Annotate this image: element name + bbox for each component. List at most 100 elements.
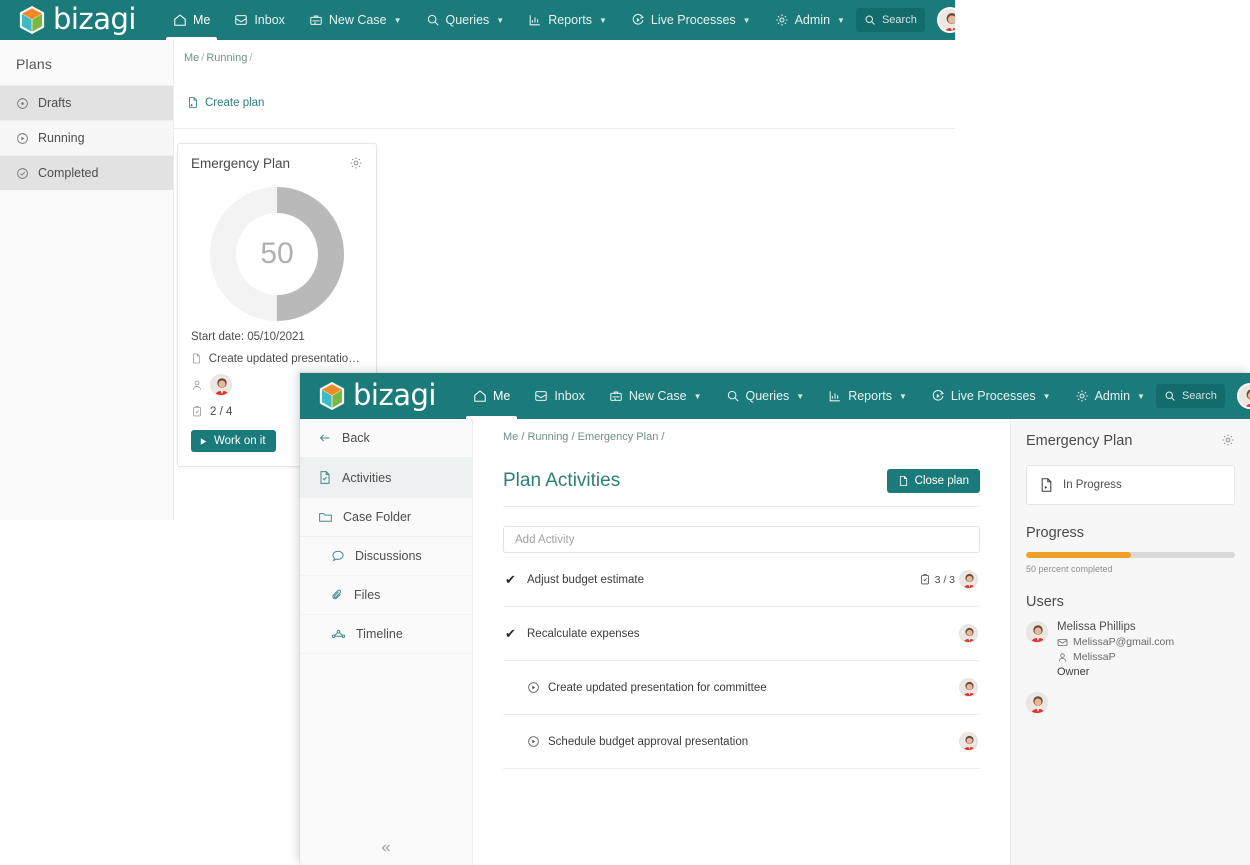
sidebar-heading: Plans <box>16 56 53 72</box>
chevron-down-icon: ▼ <box>598 15 607 25</box>
nav-item-admin[interactable]: Admin ▼ <box>764 0 856 40</box>
person-icon <box>1058 652 1067 661</box>
work-on-it-label: Work on it <box>214 435 266 447</box>
breadcrumb-me[interactable]: Me <box>184 52 199 64</box>
nav-label: Inbox <box>554 389 585 403</box>
nav-item-inbox[interactable]: Inbox <box>223 0 296 40</box>
bizagi-logo[interactable]: bizagi <box>318 377 436 412</box>
briefcase-plus-icon <box>610 391 622 401</box>
avatar <box>1026 621 1048 643</box>
activity-label: Recalculate expenses <box>527 627 640 640</box>
check-icon: ✔ <box>505 626 516 641</box>
nav-item-new-case[interactable]: New Case ▼ <box>598 373 713 419</box>
document-icon <box>193 353 200 364</box>
nav-item-me[interactable]: Me <box>162 0 221 40</box>
chart-icon <box>529 15 541 26</box>
sidebar-item-running[interactable]: Running <box>0 120 173 155</box>
avatar <box>959 624 978 643</box>
user-email-line: MelissaP@gmail.com <box>1057 636 1174 648</box>
search-input[interactable]: Search <box>855 8 925 32</box>
plan-card-title: Emergency Plan <box>191 156 291 171</box>
breadcrumb-plan[interactable]: Emergency Plan <box>578 431 659 443</box>
nav-label: Inbox <box>254 13 285 27</box>
chevron-down-icon: ▼ <box>796 391 805 401</box>
plans-sidebar: Plans Drafts Running Completed <box>0 40 174 520</box>
bizagi-logo[interactable]: bizagi <box>18 4 136 35</box>
progress-heading: Progress <box>1026 525 1085 541</box>
user-avatar[interactable] <box>1236 383 1250 409</box>
chat-bubble-icon <box>332 550 344 562</box>
nav-item-me[interactable]: Me <box>462 373 521 419</box>
avatar-image <box>960 571 977 588</box>
nav-label: New Case <box>328 13 387 27</box>
window2-body: Back Activities Case Folder Discussions … <box>300 419 1250 865</box>
status-label: In Progress <box>1063 479 1122 491</box>
nav-item-inbox[interactable]: Inbox <box>523 373 596 419</box>
arrow-left-icon <box>319 434 330 442</box>
sidebar-item-activities[interactable]: Activities <box>300 458 472 498</box>
user-username-line: MelissaP <box>1057 651 1174 663</box>
create-plan-button[interactable]: Create plan <box>187 96 264 109</box>
avatar <box>959 570 978 589</box>
user-list-item[interactable]: Melissa Phillips MelissaP@gmail.com Meli… <box>1026 621 1235 678</box>
sidebar-item-back[interactable]: Back <box>300 419 472 458</box>
bizagi-cube-icon <box>319 382 345 410</box>
nav-item-live-processes[interactable]: Live Processes ▼ <box>620 0 762 40</box>
bizagi-wordmark: bizagi <box>353 377 436 412</box>
search-icon <box>727 390 739 402</box>
inbox-icon <box>535 391 548 401</box>
nav-item-queries[interactable]: Queries ▼ <box>715 373 816 419</box>
avatar <box>959 732 978 751</box>
sidebar-item-timeline[interactable]: Timeline <box>300 615 472 654</box>
sidebar-item-drafts[interactable]: Drafts <box>0 85 173 120</box>
user-list-item-secondary[interactable] <box>1026 692 1235 714</box>
gear-icon[interactable] <box>349 156 363 170</box>
breadcrumb-running[interactable]: Running <box>206 52 247 64</box>
clipboard-check-icon <box>193 406 201 417</box>
window1-nav-items: Me Inbox New Case ▼ Queries ▼ Reports ▼ … <box>162 0 856 40</box>
live-processes-icon <box>932 389 944 401</box>
work-on-it-button[interactable]: Work on it <box>191 430 276 452</box>
nav-item-live-processes[interactable]: Live Processes ▼ <box>920 373 1062 419</box>
paperclip-icon <box>332 589 342 600</box>
avatar-image <box>960 625 977 642</box>
sidebar-collapse-button[interactable] <box>300 841 472 855</box>
window2-nav-items: Me Inbox New Case ▼ Queries ▼ Reports ▼ … <box>462 373 1156 419</box>
gear-icon[interactable] <box>1221 433 1235 447</box>
play-circle-icon[interactable] <box>527 681 540 694</box>
sidebar-item-completed[interactable]: Completed <box>0 155 173 190</box>
sidebar-item-case-folder[interactable]: Case Folder <box>300 498 472 537</box>
nav-label: Admin <box>794 13 831 27</box>
add-activity-input[interactable]: Add Activity <box>503 526 980 553</box>
close-plan-button[interactable]: Close plan <box>886 469 980 493</box>
search-placeholder: Search <box>1181 390 1217 402</box>
page-title: Plan Activities <box>503 470 621 491</box>
user-avatar[interactable] <box>936 7 955 33</box>
play-circle-icon[interactable] <box>527 735 540 748</box>
activity-label-wrap: Create updated presentation for committe… <box>527 681 948 694</box>
nav-label: Live Processes <box>650 13 736 27</box>
progress-caption: 50 percent completed <box>1026 564 1113 574</box>
sidebar-item-label: Timeline <box>356 627 403 641</box>
sidebar-item-discussions[interactable]: Discussions <box>300 537 472 576</box>
plan-next-task: Create updated presentation for... <box>191 352 363 365</box>
nav-item-admin[interactable]: Admin ▼ <box>1064 373 1156 419</box>
breadcrumb-me[interactable]: Me <box>503 431 518 443</box>
nav-item-new-case[interactable]: New Case ▼ <box>298 0 413 40</box>
activity-row[interactable]: Schedule budget approval presentation <box>503 715 980 769</box>
sidebar-item-label: Activities <box>342 470 392 485</box>
activity-row[interactable]: ✔ Recalculate expenses <box>503 607 980 661</box>
nav-item-reports[interactable]: Reports ▼ <box>817 373 918 419</box>
chevron-double-left-icon <box>381 844 390 852</box>
activity-row[interactable]: ✔ Adjust budget estimate 3 / 3 <box>503 553 980 607</box>
sidebar-item-files[interactable]: Files <box>300 576 472 615</box>
user-role: Owner <box>1057 666 1090 678</box>
create-plan-label: Create plan <box>205 96 265 109</box>
search-input[interactable]: Search <box>1155 384 1225 408</box>
nav-item-reports[interactable]: Reports ▼ <box>517 0 618 40</box>
activity-row[interactable]: Create updated presentation for committe… <box>503 661 980 715</box>
search-icon <box>427 14 439 26</box>
activity-label-wrap: Schedule budget approval presentation <box>527 735 948 748</box>
breadcrumb-running[interactable]: Running <box>527 431 568 443</box>
nav-item-queries[interactable]: Queries ▼ <box>415 0 516 40</box>
